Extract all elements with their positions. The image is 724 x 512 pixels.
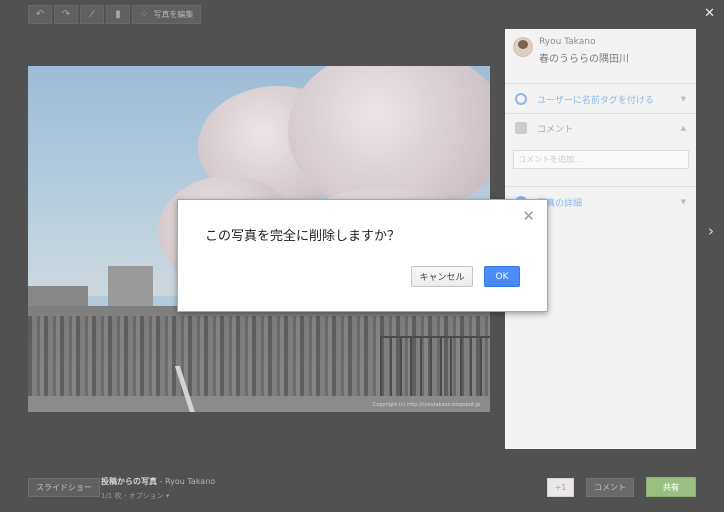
- ok-button[interactable]: OK: [484, 266, 520, 287]
- cancel-button[interactable]: キャンセル: [411, 266, 473, 287]
- dialog-message: この写真を完全に削除しますか？: [205, 229, 401, 244]
- close-dialog-icon[interactable]: ✕: [522, 207, 535, 225]
- delete-confirm-dialog: ✕ この写真を完全に削除しますか？ キャンセル OK: [177, 199, 548, 312]
